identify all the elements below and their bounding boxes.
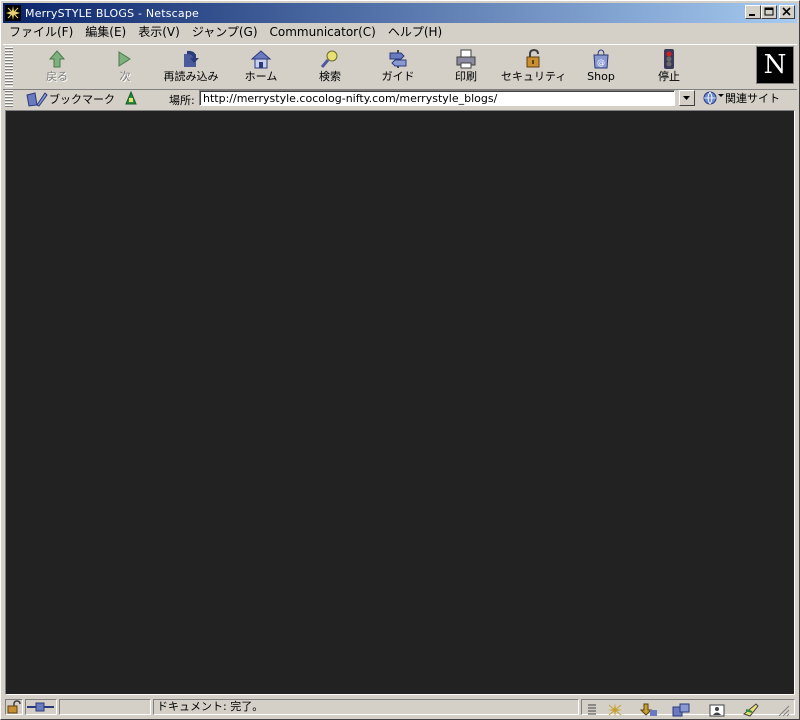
unlocked-padlock-icon <box>7 700 21 714</box>
bookmarks-book-icon <box>26 92 48 107</box>
location-toolbar: ブックマーク 場所: http://merrystyle.cocolog-nif… <box>3 89 797 109</box>
printer-icon <box>456 49 476 69</box>
connection-status-panel[interactable] <box>25 699 57 715</box>
reload-icon <box>184 50 199 67</box>
stop-label: 停止 <box>658 70 680 83</box>
shop-button[interactable]: @ Shop <box>569 47 633 87</box>
back-arrow-icon <box>48 50 66 68</box>
composer-pen-icon[interactable] <box>742 702 760 718</box>
related-sites-button[interactable]: 関連サイト <box>701 89 780 107</box>
location-label: 場所: <box>169 94 195 107</box>
home-label: ホーム <box>244 70 278 83</box>
search-button[interactable]: 検索 <box>298 47 362 87</box>
guide-button[interactable]: ガイド <box>366 47 430 87</box>
search-icon <box>320 50 338 68</box>
security-button[interactable]: セキュリティ <box>501 47 567 87</box>
mail-inbox-icon[interactable] <box>640 702 658 718</box>
menu-bar: ファイル(F) 編集(E) 表示(V) ジャンプ(G) Communicator… <box>3 23 797 41</box>
svg-text:@: @ <box>597 58 605 67</box>
newsgroups-icon[interactable] <box>672 702 690 718</box>
forward-label: 次 <box>119 70 131 83</box>
minimize-icon <box>749 14 755 16</box>
browser-window: MerrySTYLE BLOGS - Netscape ファイル(F) 編集(E… <box>0 0 800 720</box>
address-book-icon[interactable] <box>708 702 726 718</box>
home-icon <box>250 50 272 69</box>
component-bar-grip-icon[interactable] <box>586 702 604 718</box>
navigator-component-icon[interactable] <box>606 702 624 718</box>
page-content-area[interactable] <box>5 110 795 695</box>
shopping-bag-icon: @ <box>593 49 609 69</box>
guide-label: ガイド <box>381 70 415 83</box>
security-status-panel[interactable] <box>5 699 23 715</box>
location-toolbar-grip[interactable] <box>5 90 13 108</box>
forward-arrow-icon <box>118 51 131 67</box>
menu-view[interactable]: 表示(V) <box>132 23 186 41</box>
netscape-app-icon <box>5 5 21 21</box>
related-sites-globe-icon <box>703 91 724 105</box>
forward-button[interactable]: 次 <box>93 47 157 87</box>
guide-signpost-icon <box>389 50 407 68</box>
menu-help[interactable]: ヘルプ(H) <box>382 23 448 41</box>
close-button[interactable] <box>779 5 795 19</box>
menu-communicator[interactable]: Communicator(C) <box>264 23 382 41</box>
related-sites-label: 関連サイト <box>725 92 780 105</box>
search-label: 検索 <box>319 70 341 83</box>
padlock-icon <box>526 48 540 68</box>
component-bar <box>581 699 795 718</box>
resize-grip-icon[interactable] <box>776 702 790 718</box>
print-button[interactable]: 印刷 <box>434 47 498 87</box>
shop-label: Shop <box>587 70 615 83</box>
page-proxy-icon[interactable] <box>123 90 139 106</box>
back-label: 戻る <box>46 70 68 83</box>
url-dropdown-button[interactable] <box>679 90 695 106</box>
status-message-panel: ドキュメント: 完了。 <box>153 699 579 715</box>
print-label: 印刷 <box>455 70 477 83</box>
stop-button[interactable]: 停止 <box>637 47 701 87</box>
security-label: セキュリティ <box>501 70 567 83</box>
bookmarks-button[interactable]: ブックマーク <box>25 90 115 108</box>
chevron-down-icon <box>683 96 690 100</box>
stop-traffic-light-icon <box>664 49 674 69</box>
toolbar-grip[interactable] <box>5 47 13 87</box>
close-icon <box>782 7 791 16</box>
navigation-toolbar: 戻る 次 再読み込み ホーム 検索 ガイド 印刷 セキュリティ @ Shop 停… <box>3 44 797 90</box>
window-title: MerrySTYLE BLOGS - Netscape <box>25 6 200 20</box>
title-bar[interactable]: MerrySTYLE BLOGS - Netscape <box>3 3 797 23</box>
minimize-button[interactable] <box>745 5 761 19</box>
status-message: ドキュメント: 完了。 <box>157 700 264 713</box>
netscape-logo-letter: N <box>763 50 787 80</box>
url-input[interactable]: http://merrystyle.cocolog-nifty.com/merr… <box>199 90 675 106</box>
home-button[interactable]: ホーム <box>229 47 293 87</box>
maximize-button[interactable] <box>761 5 777 19</box>
menu-file[interactable]: ファイル(F) <box>3 23 79 41</box>
network-plug-icon <box>27 702 54 712</box>
back-button[interactable]: 戻る <box>25 47 89 87</box>
maximize-icon <box>764 7 774 16</box>
bookmarks-label: ブックマーク <box>49 93 115 106</box>
menu-go[interactable]: ジャンプ(G) <box>186 23 264 41</box>
reload-label: 再読み込み <box>163 70 219 83</box>
menu-edit[interactable]: 編集(E) <box>79 23 132 41</box>
reload-button[interactable]: 再読み込み <box>159 47 223 87</box>
status-bar: ドキュメント: 完了。 <box>3 697 797 717</box>
netscape-logo[interactable]: N <box>756 46 794 84</box>
progress-panel <box>59 699 151 715</box>
